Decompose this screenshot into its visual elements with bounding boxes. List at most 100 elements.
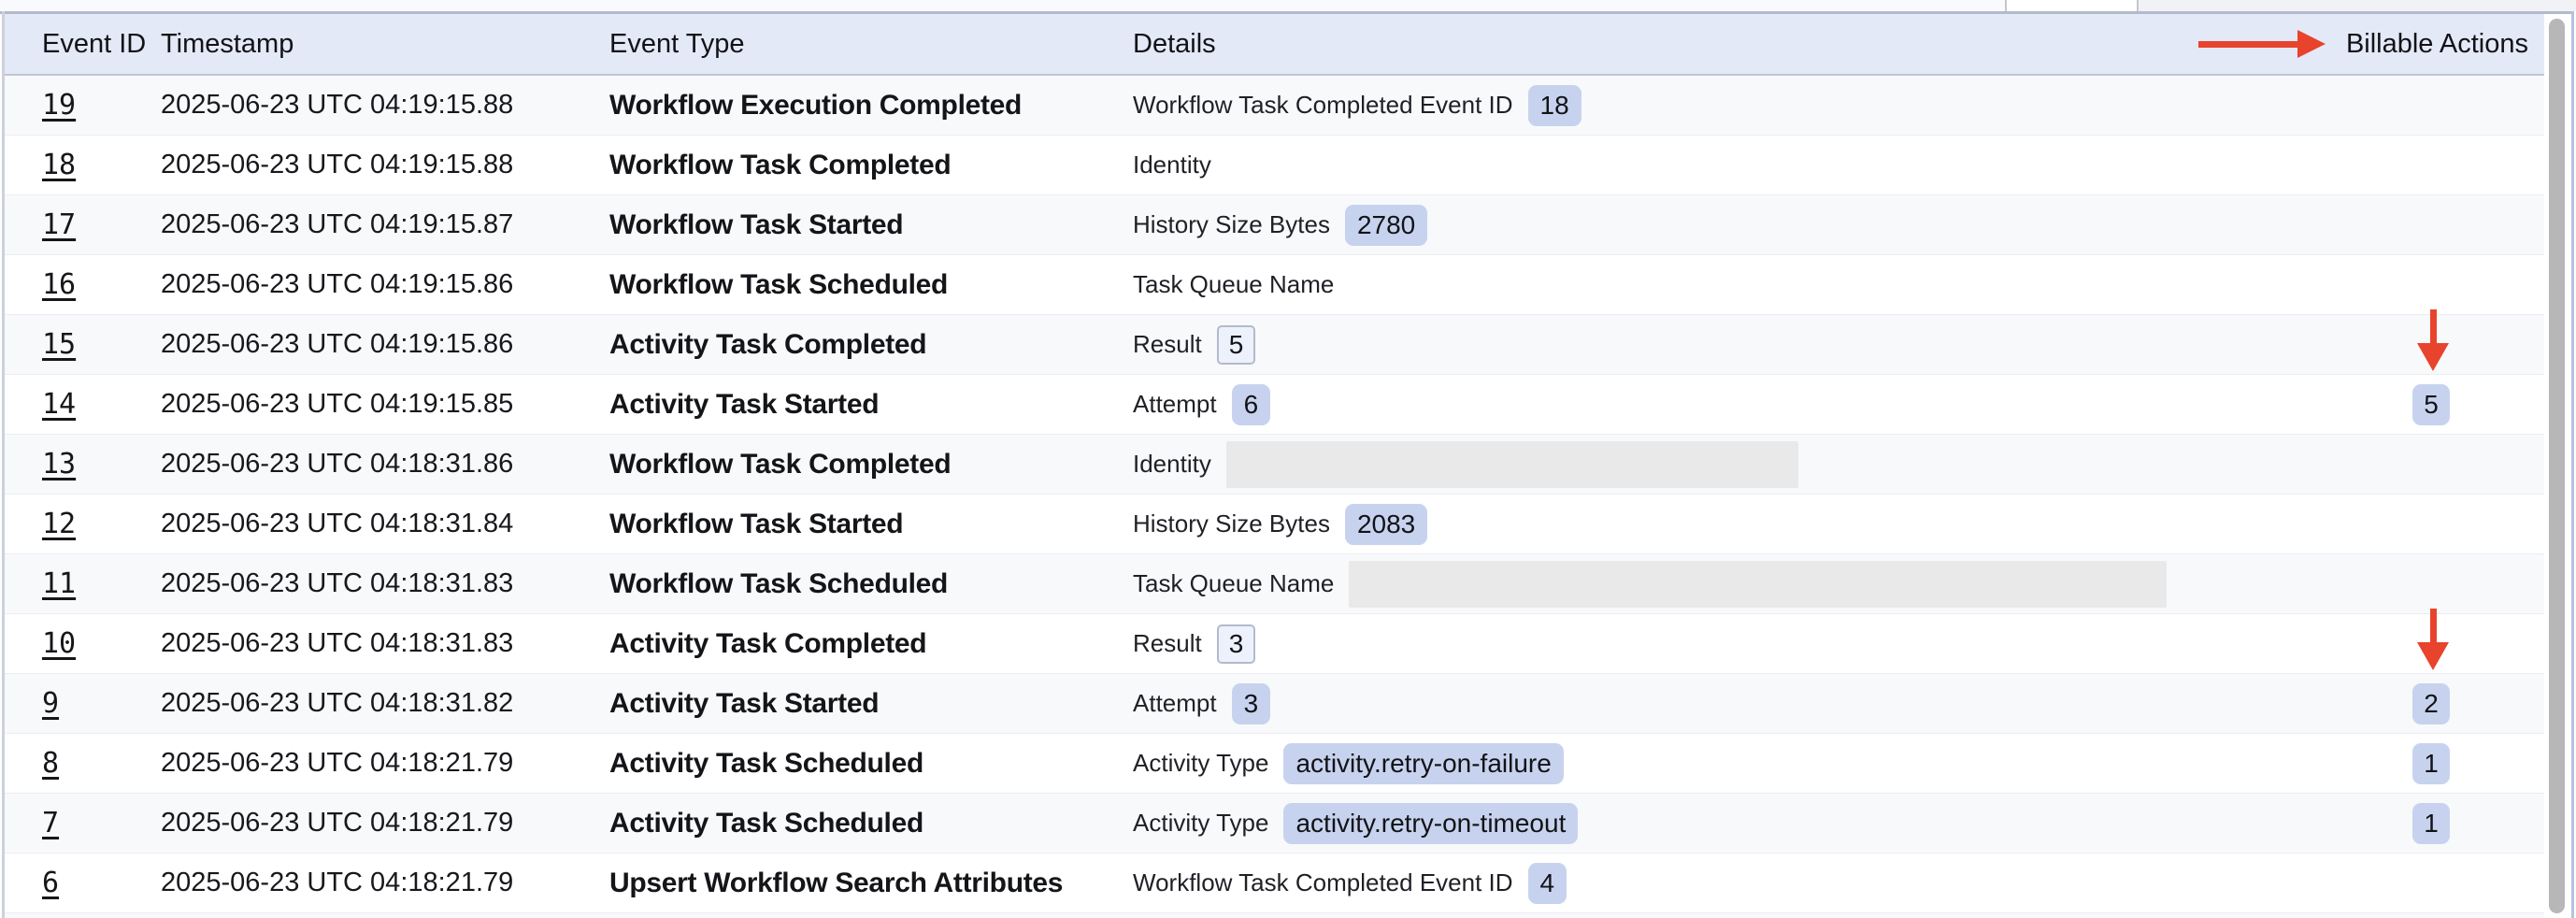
event-type-cell: Workflow Task Started [609, 495, 903, 553]
billable-actions-badge: 1 [2412, 803, 2450, 844]
timestamp-cell: 2025-06-23 UTC 04:18:21.79 [161, 734, 513, 793]
event-id-link[interactable]: 8 [42, 734, 59, 793]
timestamp-cell: 2025-06-23 UTC 04:18:31.83 [161, 614, 513, 673]
billable-actions-cell: 5 [2319, 375, 2543, 434]
event-history-table: Event ID Timestamp Event Type Details Bi… [5, 14, 2544, 913]
table-row: 9 2025-06-23 UTC 04:18:31.82 Activity Ta… [5, 674, 2544, 734]
event-id-link[interactable]: 13 [42, 435, 76, 494]
detail-value-badge: activity.retry-on-failure [1283, 743, 1563, 784]
detail-label: Activity Type [1133, 749, 1268, 778]
detail-value-badge: 2083 [1345, 504, 1427, 545]
table-row: 8 2025-06-23 UTC 04:18:21.79 Activity Ta… [5, 734, 2544, 794]
top-strip-right-segment [2139, 0, 2576, 11]
event-id-link[interactable]: 11 [42, 554, 76, 613]
billable-actions-badge: 2 [2412, 683, 2450, 724]
top-strip [0, 0, 2576, 11]
table-row: 17 2025-06-23 UTC 04:19:15.87 Workflow T… [5, 195, 2544, 255]
details-cell: Task Queue Name [1133, 554, 2167, 613]
details-cell: Task Queue Name [1133, 255, 1334, 314]
header-event-type[interactable]: Event Type [609, 14, 745, 74]
billable-actions-badge: 5 [2412, 384, 2450, 425]
redacted-value-box [1226, 441, 1798, 488]
timestamp-cell: 2025-06-23 UTC 04:19:15.88 [161, 76, 513, 135]
event-type-cell: Activity Task Started [609, 375, 879, 434]
detail-value-badge: 2780 [1345, 205, 1427, 246]
event-type-cell: Workflow Task Started [609, 195, 903, 254]
billable-actions-cell [2319, 195, 2543, 254]
billable-actions-cell [2319, 554, 2543, 613]
event-id-link[interactable]: 14 [42, 375, 76, 434]
detail-label: Workflow Task Completed Event ID [1133, 91, 1513, 120]
red-arrow-right-icon [2198, 14, 2326, 74]
event-id-link[interactable]: 10 [42, 614, 76, 673]
event-type-cell: Workflow Task Scheduled [609, 255, 948, 314]
event-id-link[interactable]: 18 [42, 136, 76, 194]
event-id-link[interactable]: 19 [42, 76, 76, 135]
details-cell: Result 3 [1133, 614, 1255, 673]
details-cell: Workflow Task Completed Event ID 18 [1133, 76, 1581, 135]
timestamp-cell: 2025-06-23 UTC 04:19:15.86 [161, 255, 513, 314]
event-type-cell: Activity Task Completed [609, 614, 926, 673]
detail-value-badge: 6 [1232, 384, 1271, 425]
detail-label: Attempt [1133, 689, 1217, 718]
detail-label: Task Queue Name [1133, 270, 1334, 299]
detail-label: Activity Type [1133, 809, 1268, 838]
details-cell: Identity [1133, 435, 1798, 494]
event-id-link[interactable]: 12 [42, 495, 76, 553]
header-event-id[interactable]: Event ID [42, 14, 146, 74]
billable-actions-cell: 2 [2319, 674, 2543, 733]
timestamp-cell: 2025-06-23 UTC 04:19:15.87 [161, 195, 513, 254]
detail-label: History Size Bytes [1133, 210, 1330, 239]
panel-right-border [2571, 11, 2574, 918]
event-id-link[interactable]: 9 [42, 674, 59, 733]
arrow-shaft [2430, 609, 2437, 642]
partial-next-row [5, 913, 2544, 918]
detail-value-badge: 18 [1528, 85, 1581, 126]
event-type-cell: Workflow Execution Completed [609, 76, 1022, 135]
table-row: 19 2025-06-23 UTC 04:19:15.88 Workflow E… [5, 76, 2544, 136]
vertical-scrollbar[interactable] [2544, 14, 2570, 918]
arrow-shaft [2430, 309, 2437, 343]
event-id-link[interactable]: 15 [42, 315, 76, 374]
timestamp-cell: 2025-06-23 UTC 04:19:15.85 [161, 375, 513, 434]
details-cell: Result 5 [1133, 315, 1255, 374]
red-arrow-down-icon [2417, 609, 2449, 670]
arrow-head [2417, 642, 2449, 670]
billable-actions-badge: 1 [2412, 743, 2450, 784]
billable-actions-cell [2319, 255, 2543, 314]
table-row: 11 2025-06-23 UTC 04:18:31.83 Workflow T… [5, 554, 2544, 614]
table-row: 16 2025-06-23 UTC 04:19:15.86 Workflow T… [5, 255, 2544, 315]
details-cell: Attempt 6 [1133, 375, 1270, 434]
event-id-link[interactable]: 16 [42, 255, 76, 314]
detail-value-badge: 5 [1217, 325, 1256, 365]
detail-label: Task Queue Name [1133, 569, 1334, 598]
details-cell: Attempt 3 [1133, 674, 1270, 733]
scrollbar-thumb[interactable] [2549, 19, 2565, 913]
detail-label: Workflow Task Completed Event ID [1133, 868, 1513, 897]
header-timestamp[interactable]: Timestamp [161, 14, 293, 74]
event-id-link[interactable]: 17 [42, 195, 76, 254]
table-row: 15 2025-06-23 UTC 04:19:15.86 Activity T… [5, 315, 2544, 375]
detail-label: History Size Bytes [1133, 509, 1330, 538]
billable-actions-cell [2319, 853, 2543, 912]
details-cell: Activity Type activity.retry-on-failure [1133, 734, 1564, 793]
table-row: 10 2025-06-23 UTC 04:18:31.83 Activity T… [5, 614, 2544, 674]
redacted-value-box [1349, 561, 2167, 608]
event-id-link[interactable]: 6 [42, 853, 59, 912]
billable-actions-cell [2319, 435, 2543, 494]
details-cell: Activity Type activity.retry-on-timeout [1133, 794, 1578, 853]
table-row: 14 2025-06-23 UTC 04:19:15.85 Activity T… [5, 375, 2544, 435]
timestamp-cell: 2025-06-23 UTC 04:18:31.86 [161, 435, 513, 494]
table-row: 18 2025-06-23 UTC 04:19:15.88 Workflow T… [5, 136, 2544, 195]
timestamp-cell: 2025-06-23 UTC 04:18:31.82 [161, 674, 513, 733]
event-id-link[interactable]: 7 [42, 794, 59, 853]
detail-label: Result [1133, 330, 1202, 359]
timestamp-cell: 2025-06-23 UTC 04:18:21.79 [161, 853, 513, 912]
billable-actions-cell [2319, 136, 2543, 194]
billable-actions-cell [2319, 495, 2543, 553]
timestamp-cell: 2025-06-23 UTC 04:18:31.83 [161, 554, 513, 613]
event-type-cell: Activity Task Completed [609, 315, 926, 374]
table-row: 6 2025-06-23 UTC 04:18:21.79 Upsert Work… [5, 853, 2544, 913]
billable-actions-cell: 1 [2319, 734, 2543, 793]
detail-value-badge: 4 [1528, 863, 1567, 904]
